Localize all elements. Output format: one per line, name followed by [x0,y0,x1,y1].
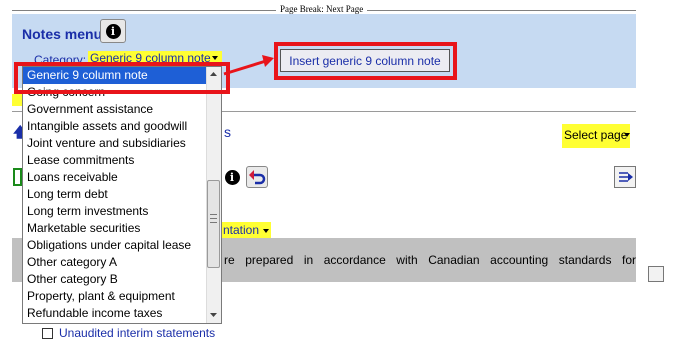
thumb-grip [210,214,217,215]
chevron-down-icon[interactable] [212,56,218,60]
scroll-down-icon[interactable] [207,309,220,321]
notes-menu-title: Notes menu [22,26,103,42]
unaudited-label: Unaudited interim statements [59,326,216,340]
heading-fragment: s [224,124,231,140]
side-edit-icon[interactable] [648,266,664,282]
thumb-grip [210,218,217,219]
toolbar-info-button[interactable]: i [222,167,242,187]
dropdown-item[interactable]: Property, plant & equipment [23,288,208,305]
dropdown-item[interactable]: Long term debt [23,186,208,203]
accounting-statement-text: re prepared in accordance with Canadian … [224,253,636,267]
info-icon: i [105,23,121,39]
undo-button[interactable] [246,166,268,188]
selected-item-highlight [14,62,230,94]
export-icon [619,172,633,182]
info-icon: i [224,169,240,185]
unaudited-checkbox[interactable] [42,328,53,339]
dropdown-item[interactable]: Refundable income taxes [23,305,208,322]
category-dropdown-list[interactable]: Generic 9 column note Going concern Gove… [22,66,222,324]
dropdown-item[interactable]: Obligations under capital lease [23,237,208,254]
dropdown-item[interactable]: Lease commitments [23,152,208,169]
dropdown-item[interactable]: Government assistance [23,101,208,118]
dropdown-item[interactable]: Other category A [23,254,208,271]
dropdown-item[interactable]: Joint venture and subsidiaries [23,135,208,152]
notes-info-button[interactable]: i [100,19,126,43]
insert-note-button[interactable]: Insert generic 9 column note [280,49,450,72]
chevron-down-icon[interactable] [263,229,269,233]
dropdown-item[interactable]: Other category B [23,271,208,288]
dropdown-item[interactable]: Marketable securities [23,220,208,237]
chevron-down-icon[interactable] [624,133,630,137]
export-button[interactable] [614,166,636,188]
dropdown-item[interactable]: Loans receivable [23,169,208,186]
green-checkbox-icon[interactable] [13,168,22,186]
dropdown-item[interactable]: Long term investments [23,203,208,220]
scroll-thumb[interactable] [207,180,220,268]
select-page-dropdown[interactable]: Select page [562,124,630,148]
thumb-grip [210,222,217,223]
undo-icon [249,170,266,185]
dropdown-item[interactable]: Intangible assets and goodwill [23,118,208,135]
page-break-label: Page Break: Next Page [276,4,368,14]
